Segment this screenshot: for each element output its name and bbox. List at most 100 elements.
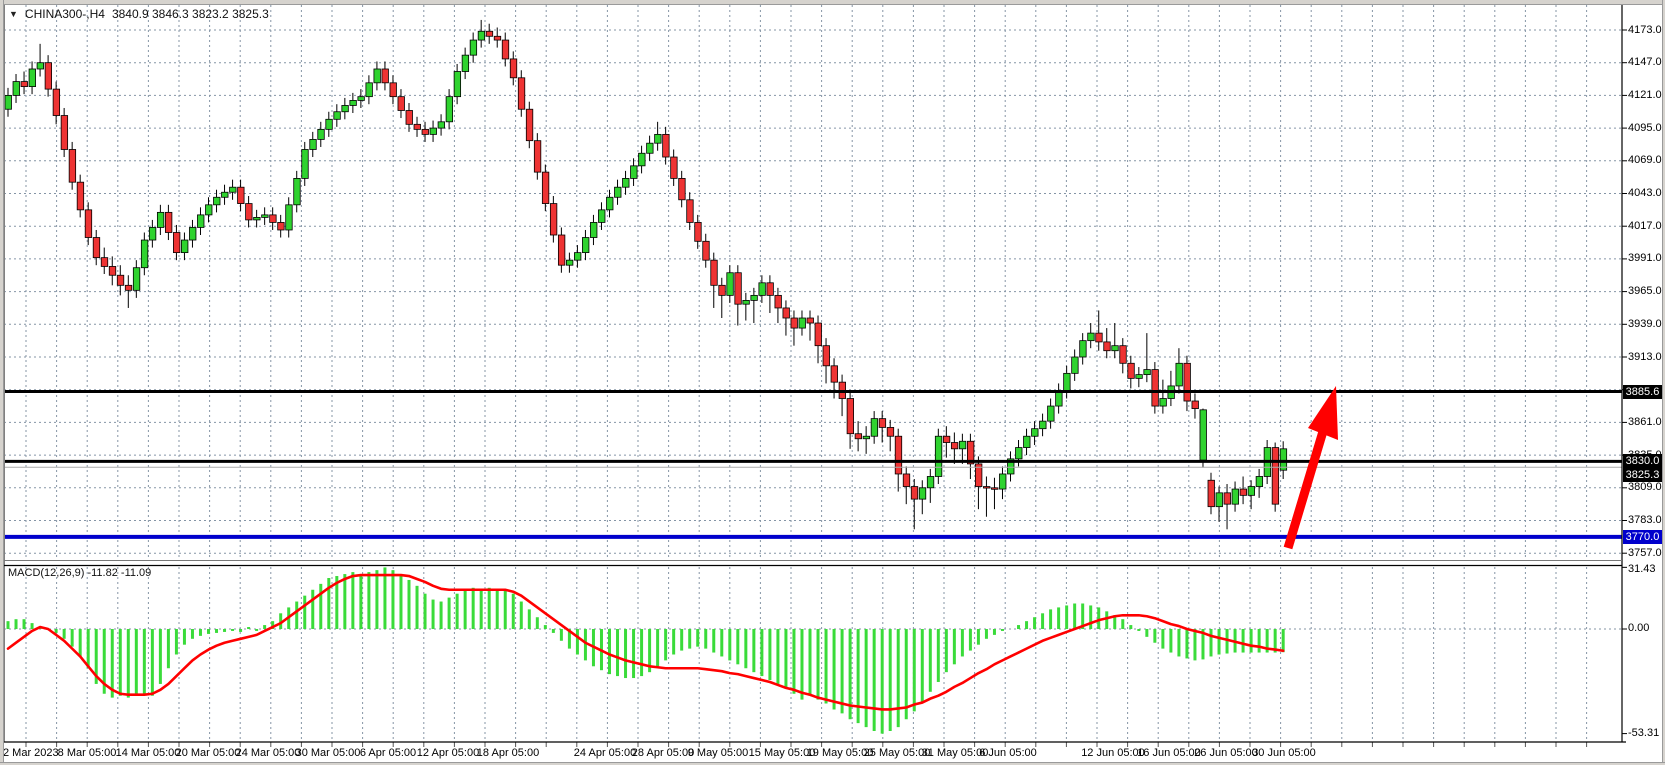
bear-candle[interactable] [550, 204, 557, 235]
bear-candle[interactable] [711, 260, 718, 285]
bull-candle[interactable] [1232, 489, 1239, 504]
bull-candle[interactable] [438, 122, 445, 128]
bull-candle[interactable] [1136, 375, 1143, 379]
bull-candle[interactable] [358, 97, 365, 101]
bear-candle[interactable] [775, 295, 782, 308]
bear-candle[interactable] [61, 116, 68, 150]
trend-arrow-head[interactable] [1308, 386, 1338, 440]
bull-candle[interactable] [366, 83, 373, 97]
bull-candle[interactable] [1216, 493, 1223, 507]
bear-candle[interactable] [486, 31, 493, 36]
bear-candle[interactable] [53, 89, 60, 115]
bear-candle[interactable] [165, 212, 172, 232]
bull-candle[interactable] [181, 240, 188, 253]
bear-candle[interactable] [911, 487, 918, 500]
bull-candle[interactable] [462, 55, 469, 71]
bull-candle[interactable] [1248, 487, 1255, 496]
bull-candle[interactable] [655, 134, 662, 143]
bull-candle[interactable] [1176, 363, 1183, 386]
bull-candle[interactable] [959, 441, 966, 449]
bull-candle[interactable] [342, 105, 349, 111]
bull-candle[interactable] [1064, 373, 1071, 391]
bull-candle[interactable] [1200, 410, 1207, 460]
bull-candle[interactable] [615, 187, 622, 197]
bear-candle[interactable] [502, 40, 509, 59]
bull-candle[interactable] [999, 474, 1006, 489]
bear-candle[interactable] [542, 172, 549, 203]
bear-candle[interactable] [382, 69, 389, 83]
bear-candle[interactable] [1128, 363, 1135, 378]
bull-candle[interactable] [206, 205, 213, 215]
bear-candle[interactable] [767, 283, 774, 296]
bull-candle[interactable] [1088, 333, 1095, 341]
bear-candle[interactable] [847, 399, 854, 434]
bear-candle[interactable] [823, 346, 830, 366]
bull-candle[interactable] [1144, 370, 1151, 375]
bull-candle[interactable] [189, 227, 196, 240]
bear-candle[interactable] [238, 187, 245, 203]
bear-candle[interactable] [991, 488, 998, 490]
bull-candle[interactable] [230, 187, 237, 192]
bull-candle[interactable] [350, 100, 357, 105]
bull-candle[interactable] [759, 283, 766, 296]
bear-candle[interactable] [510, 59, 517, 78]
bear-candle[interactable] [93, 238, 100, 258]
bear-candle[interactable] [831, 366, 838, 382]
bull-candle[interactable] [1112, 346, 1119, 351]
bear-candle[interactable] [85, 210, 92, 238]
bear-candle[interactable] [719, 285, 726, 295]
bull-candle[interactable] [574, 253, 581, 261]
bull-candle[interactable] [149, 227, 156, 240]
bear-candle[interactable] [703, 241, 710, 260]
bear-candle[interactable] [983, 487, 990, 489]
bear-candle[interactable] [526, 109, 533, 140]
bear-candle[interactable] [807, 318, 814, 323]
bull-candle[interactable] [294, 178, 301, 204]
bear-candle[interactable] [414, 124, 421, 129]
bull-candle[interactable] [470, 40, 477, 55]
bear-candle[interactable] [109, 266, 116, 275]
bull-candle[interactable] [141, 240, 148, 268]
bull-candle[interactable] [454, 72, 461, 97]
bull-candle[interactable] [799, 318, 806, 328]
bear-candle[interactable] [1152, 370, 1159, 406]
bull-candle[interactable] [478, 31, 485, 40]
bull-candle[interactable] [286, 205, 293, 230]
bull-candle[interactable] [1072, 357, 1079, 373]
bear-candle[interactable] [534, 141, 541, 172]
bull-candle[interactable] [446, 97, 453, 122]
bear-candle[interactable] [1192, 401, 1199, 409]
bull-candle[interactable] [13, 82, 20, 96]
bear-candle[interactable] [1096, 333, 1103, 342]
bull-candle[interactable] [639, 153, 646, 166]
bear-candle[interactable] [903, 474, 910, 487]
bear-candle[interactable] [125, 285, 132, 290]
bear-candle[interactable] [879, 419, 886, 428]
bull-candle[interactable] [1048, 406, 1055, 421]
bull-candle[interactable] [318, 129, 325, 139]
bear-candle[interactable] [246, 204, 253, 220]
bull-candle[interactable] [647, 143, 654, 153]
bull-candle[interactable] [863, 436, 870, 439]
bull-candle[interactable] [29, 69, 35, 87]
bear-candle[interactable] [1104, 342, 1111, 351]
bear-candle[interactable] [117, 275, 124, 285]
bull-candle[interactable] [133, 268, 140, 291]
bear-candle[interactable] [687, 200, 694, 223]
bull-candle[interactable] [1040, 421, 1047, 429]
bull-candle[interactable] [607, 197, 614, 210]
bear-candle[interactable] [791, 318, 798, 328]
bull-candle[interactable] [871, 419, 878, 437]
chart-canvas[interactable] [0, 0, 1665, 765]
bear-candle[interactable] [173, 232, 180, 252]
bull-candle[interactable] [430, 128, 437, 134]
bull-candle[interactable] [310, 139, 317, 149]
bear-candle[interactable] [895, 436, 902, 474]
bull-candle[interactable] [566, 260, 573, 265]
bull-candle[interactable] [1056, 391, 1063, 406]
bear-candle[interactable] [21, 82, 28, 87]
bear-candle[interactable] [943, 436, 950, 442]
bear-candle[interactable] [278, 222, 285, 230]
bull-candle[interactable] [598, 210, 605, 223]
bull-candle[interactable] [1032, 429, 1039, 437]
